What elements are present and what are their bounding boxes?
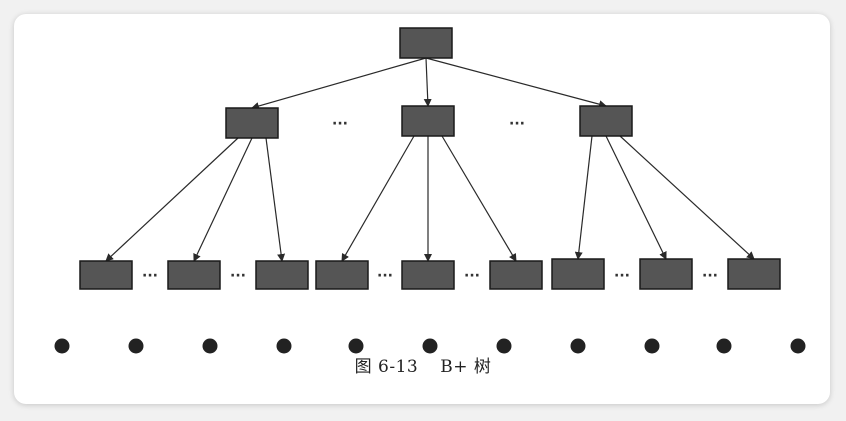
leaf-node-3 xyxy=(255,260,309,290)
leaf-node-7 xyxy=(551,258,605,290)
internal-node-1 xyxy=(225,107,279,139)
tree-edges xyxy=(105,57,755,262)
edge-root-to-internal-2 xyxy=(423,57,432,107)
ellipsis-leaf-5: ··· xyxy=(614,268,630,284)
figure-title: B+ 树 xyxy=(440,357,492,377)
ellipsis-leaf-4: ··· xyxy=(464,268,480,284)
edge-internal-to-leaf-3 xyxy=(265,137,286,262)
ellipsis-internal-2: ··· xyxy=(509,116,525,132)
ellipsis-leaf-2: ··· xyxy=(230,268,246,284)
root-node xyxy=(399,27,453,59)
leaf-node-6 xyxy=(489,260,543,290)
edge-internal-to-leaf-1 xyxy=(105,137,239,262)
edge-internal-to-leaf-9 xyxy=(619,135,755,260)
internal-node-2 xyxy=(401,105,455,137)
sibling-ellipsis-group: ··· ··· ··· ··· ··· ··· ··· ··· xyxy=(142,116,718,284)
figure-caption: 图 6-13 B+ 树 xyxy=(0,352,846,377)
ellipsis-leaf-3: ··· xyxy=(377,268,393,284)
leaf-node-9 xyxy=(727,258,781,290)
edge-internal-to-leaf-8 xyxy=(605,135,667,260)
tree-nodes xyxy=(79,27,781,290)
edge-root-to-internal-3 xyxy=(425,57,607,109)
leaf-node-4 xyxy=(315,260,369,290)
internal-node-3 xyxy=(579,105,633,137)
edge-internal-to-leaf-6 xyxy=(441,135,517,262)
leaf-node-1 xyxy=(79,260,133,290)
edge-internal-to-leaf-2 xyxy=(193,137,253,262)
ellipsis-leaf-1: ··· xyxy=(142,268,158,284)
leaf-node-8 xyxy=(639,258,693,290)
ellipsis-internal-1: ··· xyxy=(332,116,348,132)
edge-root-to-internal-1 xyxy=(251,57,427,110)
figure-number: 图 6-13 xyxy=(354,357,419,377)
edge-internal-to-leaf-7 xyxy=(574,135,593,260)
edge-internal-to-leaf-4 xyxy=(341,135,415,262)
leaf-node-2 xyxy=(167,260,221,290)
ellipsis-leaf-6: ··· xyxy=(702,268,718,284)
leaf-node-5 xyxy=(401,260,455,290)
